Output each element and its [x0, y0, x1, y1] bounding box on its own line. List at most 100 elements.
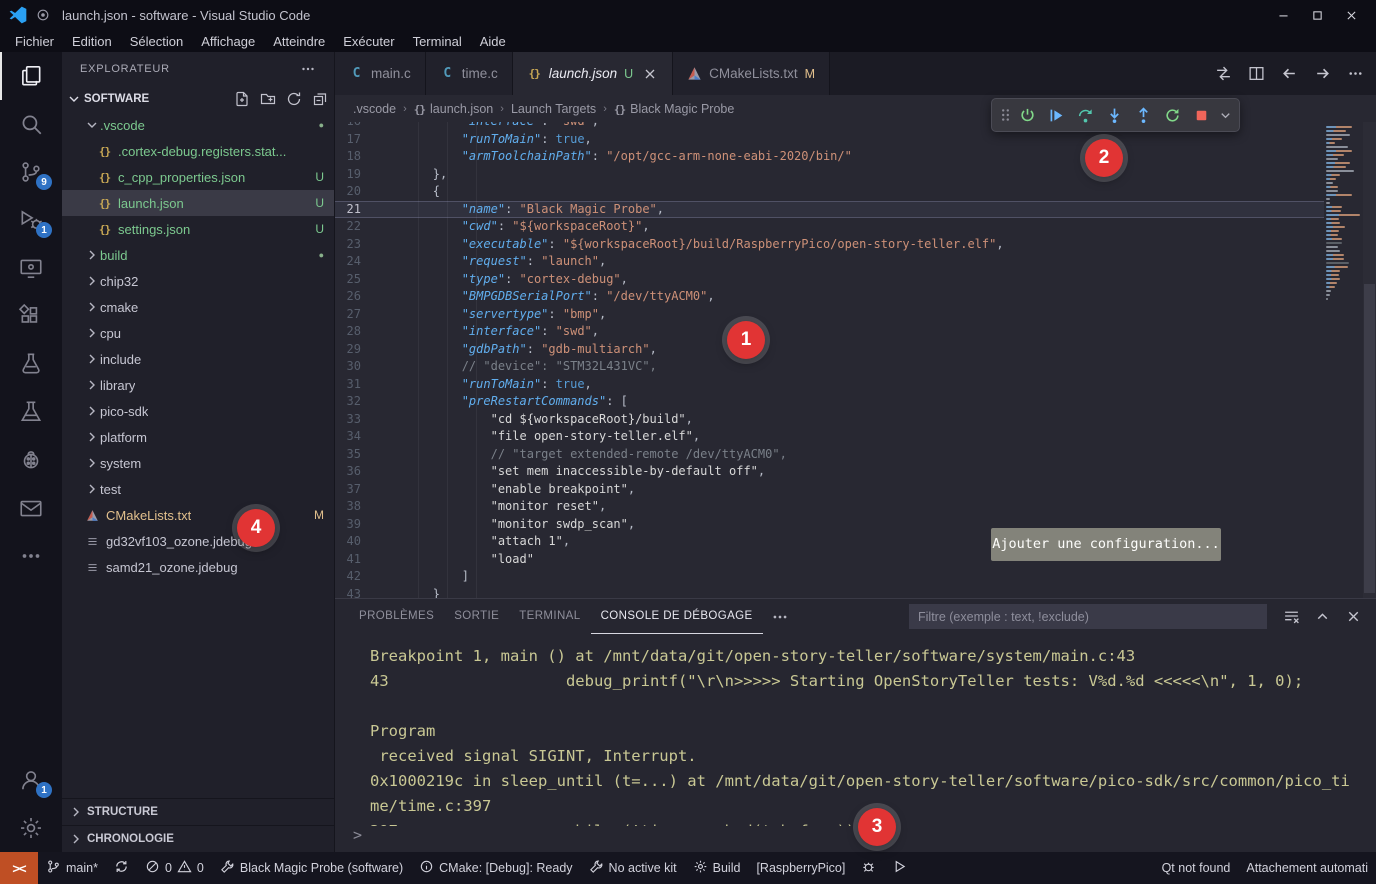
code-line[interactable]: 22 "cwd": "${workspaceRoot}",	[335, 218, 1324, 236]
code-line[interactable]: 29 "gdbPath": "gdb-multiarch",	[335, 341, 1324, 359]
code-line[interactable]: 37 "enable breakpoint",	[335, 481, 1324, 499]
tree-item-samd21_ozonejdebug[interactable]: samd21_ozone.jdebug	[62, 554, 334, 580]
activity-search[interactable]	[0, 100, 62, 148]
console-filter-input[interactable]	[909, 604, 1267, 629]
code-line[interactable]: 34 "file open-story-teller.elf",	[335, 428, 1324, 446]
activity-explorer[interactable]	[0, 52, 62, 100]
tree-item-platform[interactable]: platform	[62, 424, 334, 450]
statusbar-cmake-debug[interactable]	[853, 852, 884, 884]
nav-forward-icon[interactable]	[1314, 65, 1331, 82]
tab-main.c[interactable]: Cmain.c	[335, 52, 426, 95]
tree-item-cpu[interactable]: cpu	[62, 320, 334, 346]
panel-tab-probl-mes[interactable]: PROBLÈMES	[349, 599, 444, 634]
new-folder-icon[interactable]	[260, 91, 276, 107]
tree-item-vscode[interactable]: .vscode●	[62, 112, 334, 138]
panel-tab-console-de-d-bogage[interactable]: CONSOLE DE DÉBOGAGE	[591, 599, 763, 634]
maximize-panel-icon[interactable]	[1314, 608, 1331, 625]
statusbar-qt-status[interactable]: Qt not found	[1154, 852, 1239, 884]
section-chronologie[interactable]: CHRONOLOGIE	[62, 825, 334, 852]
activity-source-control[interactable]: 9	[0, 148, 62, 196]
statusbar-cmake-status[interactable]: CMake: [Debug]: Ready	[411, 852, 580, 884]
minimap[interactable]	[1326, 126, 1362, 302]
open-changes-icon[interactable]	[1215, 65, 1232, 82]
code-line[interactable]: 26 "BMPGDBSerialPort": "/dev/ttyACM0",	[335, 288, 1324, 306]
sidebar-more-actions-icon[interactable]	[300, 61, 316, 77]
tree-item-c_cpp_propertiesjson[interactable]: {}c_cpp_properties.jsonU	[62, 164, 334, 190]
activity-more-views[interactable]	[0, 532, 62, 580]
statusbar-cmake-target[interactable]: [RaspberryPico]	[748, 852, 853, 884]
pause-icon[interactable]	[1013, 101, 1042, 129]
menu-item-slection[interactable]: Sélection	[121, 34, 192, 49]
code-line[interactable]: 31 "runToMain": true,	[335, 376, 1324, 394]
statusbar-cmake-kit[interactable]: No active kit	[581, 852, 685, 884]
tree-item-cortex-debugregistersstat[interactable]: {}.cortex-debug.registers.stat...	[62, 138, 334, 164]
section-header-software[interactable]: SOFTWARE	[62, 86, 334, 112]
code-line[interactable]: 24 "request": "launch",	[335, 253, 1324, 271]
statusbar-launch-config[interactable]: Black Magic Probe (software)	[212, 852, 411, 884]
close-panel-icon[interactable]	[1345, 608, 1362, 625]
tab-time.c[interactable]: Ctime.c	[426, 52, 513, 95]
code-line[interactable]: 33 "cd ${workspaceRoot}/build",	[335, 411, 1324, 429]
activity-remote-explorer[interactable]	[0, 244, 62, 292]
close-button[interactable]	[1334, 0, 1368, 30]
statusbar-cmake-build[interactable]: Build	[685, 852, 749, 884]
maximize-button[interactable]	[1300, 0, 1334, 30]
tab-launch.json[interactable]: {}launch.jsonU	[513, 52, 673, 95]
breadcrumb-item[interactable]: Launch Targets	[511, 102, 596, 116]
code-line[interactable]: 28 "interface": "swd",	[335, 323, 1324, 341]
breadcrumb-item[interactable]: {}Black Magic Probe	[614, 102, 734, 116]
activity-test-adapter[interactable]	[0, 388, 62, 436]
stop-icon[interactable]	[1187, 101, 1216, 129]
tree-item-chip32[interactable]: chip32	[62, 268, 334, 294]
tree-item-launchjson[interactable]: {}launch.jsonU	[62, 190, 334, 216]
tree-item-system[interactable]: system	[62, 450, 334, 476]
menu-item-atteindre[interactable]: Atteindre	[264, 34, 334, 49]
debug-console-output[interactable]: Breakpoint 1, main () at /mnt/data/git/o…	[335, 634, 1376, 826]
add-configuration-button[interactable]: Ajouter une configuration...	[991, 528, 1221, 561]
code-line[interactable]: 17 "runToMain": true,	[335, 131, 1324, 149]
close-tab-icon[interactable]	[642, 66, 658, 82]
tree-item-settingsjson[interactable]: {}settings.jsonU	[62, 216, 334, 242]
activity-settings[interactable]	[0, 804, 62, 852]
tree-item-cmake[interactable]: cmake	[62, 294, 334, 320]
code-line[interactable]: 19 },	[335, 166, 1324, 184]
code-line[interactable]: 32 "preRestartCommands": [	[335, 393, 1324, 411]
debug-dropdown-chevron-icon[interactable]	[1216, 101, 1234, 129]
editor-scrollbar[interactable]	[1363, 122, 1376, 598]
new-file-icon[interactable]	[234, 91, 250, 107]
scrollbar-thumb[interactable]	[1364, 284, 1375, 593]
refresh-icon[interactable]	[286, 91, 302, 107]
continue-icon[interactable]	[1042, 101, 1071, 129]
statusbar-auto-attach[interactable]: Attachement automati	[1238, 852, 1376, 884]
breadcrumb-item[interactable]: .vscode	[353, 102, 396, 116]
code-line[interactable]: 30 // "device": "STM32L431VC",	[335, 358, 1324, 376]
code-line[interactable]: 42 ]	[335, 568, 1324, 586]
code-line[interactable]: 43 }	[335, 586, 1324, 599]
code-line[interactable]: 20 {	[335, 183, 1324, 201]
step-out-icon[interactable]	[1129, 101, 1158, 129]
statusbar-git-branch[interactable]: main*	[38, 852, 106, 884]
code-line[interactable]: 35 // "target extended-remote /dev/ttyAC…	[335, 446, 1324, 464]
code-line[interactable]: 23 "executable": "${workspaceRoot}/build…	[335, 236, 1324, 254]
activity-run-and-debug[interactable]: 1	[0, 196, 62, 244]
tab-CMakeLists.txt[interactable]: CMakeLists.txtM	[673, 52, 830, 95]
menu-item-edition[interactable]: Edition	[63, 34, 121, 49]
more-actions-icon[interactable]	[1347, 65, 1364, 82]
activity-messages[interactable]	[0, 484, 62, 532]
section-structure[interactable]: STRUCTURE	[62, 798, 334, 825]
tree-item-test[interactable]: test	[62, 476, 334, 502]
menu-item-fichier[interactable]: Fichier	[6, 34, 63, 49]
panel-tab-sortie[interactable]: SORTIE	[444, 599, 509, 634]
drag-handle-icon[interactable]	[997, 101, 1013, 129]
menu-item-excuter[interactable]: Exécuter	[334, 34, 403, 49]
code-editor[interactable]: 16 "interface": "swd",17 "runToMain": tr…	[335, 122, 1376, 598]
tree-item-gd32vf103_ozonejdebug[interactable]: gd32vf103_ozone.jdebug	[62, 528, 334, 554]
minimize-button[interactable]	[1266, 0, 1300, 30]
menu-item-terminal[interactable]: Terminal	[404, 34, 471, 49]
panel-tab-terminal[interactable]: TERMINAL	[509, 599, 590, 634]
clear-console-icon[interactable]	[1283, 608, 1300, 625]
activity-extensions[interactable]	[0, 292, 62, 340]
restart-icon[interactable]	[1158, 101, 1187, 129]
tree-item-build[interactable]: build●	[62, 242, 334, 268]
collapse-all-icon[interactable]	[312, 91, 328, 107]
